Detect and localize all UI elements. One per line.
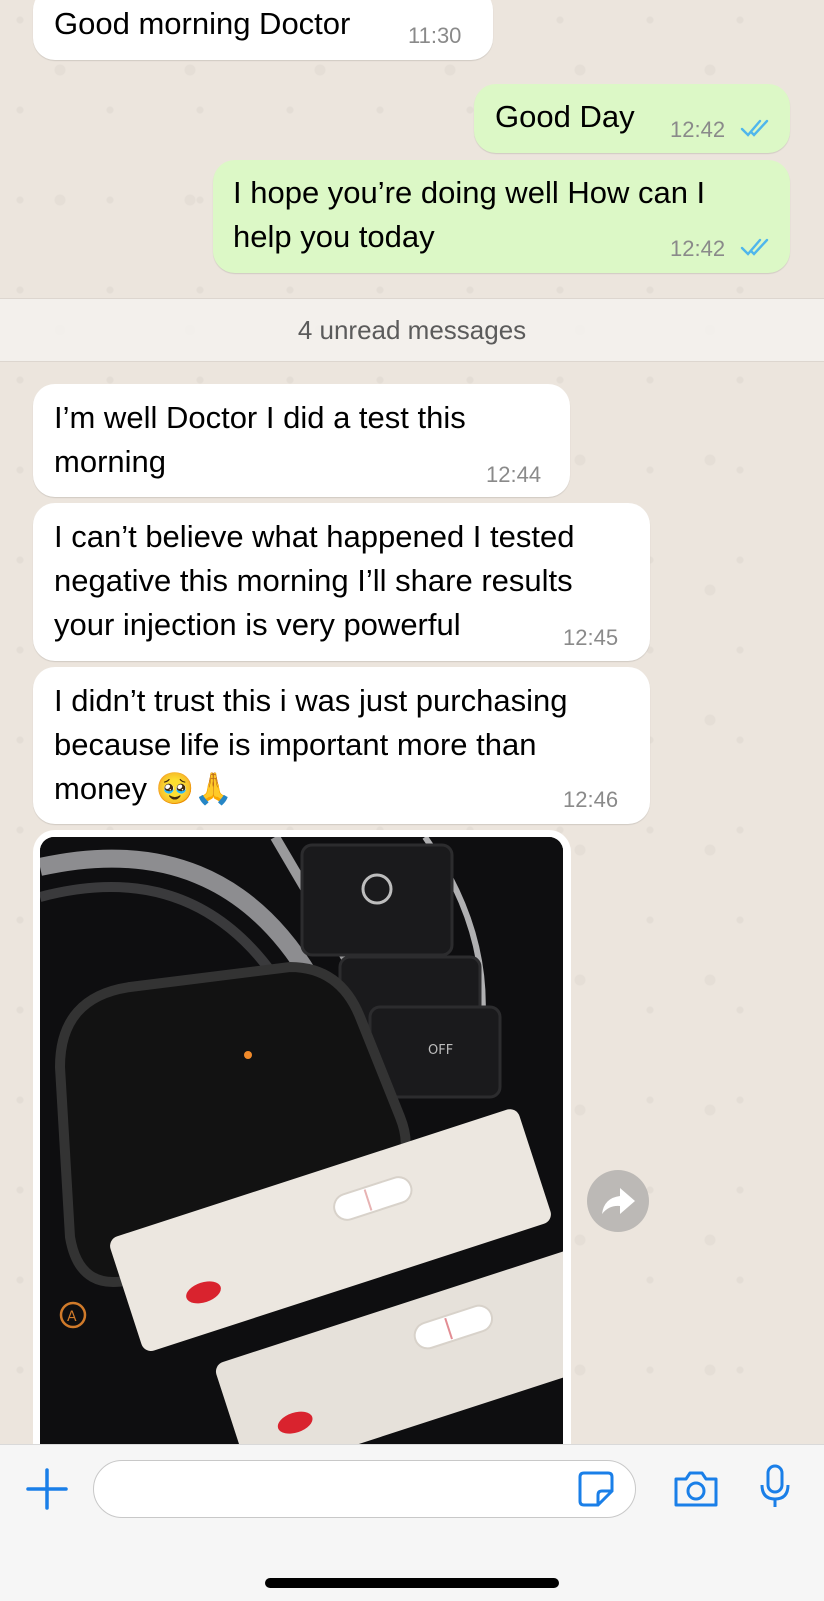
message-time: 12:44 [486, 462, 542, 487]
message-text-line: I didn’t trust this i was just purchasin… [54, 683, 568, 718]
message-bubble[interactable]: I’m well Doctor I did a test this mornin… [33, 384, 570, 497]
home-indicator[interactable] [265, 1578, 559, 1588]
message-text: Good Day [495, 99, 635, 134]
image-message[interactable]: OFF A [33, 830, 571, 1470]
message-text-line: money 🥹🙏 [54, 771, 233, 806]
forward-icon [602, 1188, 635, 1214]
forward-button[interactable] [587, 1170, 649, 1232]
sticker-icon[interactable] [576, 1469, 616, 1509]
svg-text:OFF: OFF [428, 1043, 453, 1058]
message-text-line: because life is important more than [54, 727, 537, 762]
message-text-line: negative this morning I’ll share results [54, 563, 573, 598]
message-text-line: I’m well Doctor I did a test this [54, 400, 466, 435]
message-text-line: I can’t believe what happened I tested [54, 519, 575, 554]
message-bubble[interactable]: Good morning Doctor 11:30 [33, 0, 493, 60]
message-time: 12:42 [670, 117, 726, 142]
message-time: 12:42 [670, 236, 726, 261]
message-text-line: your injection is very powerful [54, 607, 461, 642]
message-bubble[interactable]: I didn’t trust this i was just purchasin… [33, 667, 650, 824]
unread-separator: 4 unread messages [0, 298, 824, 362]
photo-of-test-strips[interactable]: OFF A [40, 837, 563, 1457]
read-receipt-icon [740, 119, 769, 137]
plus-icon[interactable] [25, 1467, 69, 1511]
read-receipt-icon [740, 238, 769, 256]
message-text-line: I hope you’re doing well How can I [233, 175, 706, 210]
composer-bar [0, 1444, 824, 1601]
svg-text:A: A [67, 1309, 77, 1325]
message-time: 11:30 [408, 23, 462, 48]
message-text: Good morning Doctor [54, 6, 351, 41]
microphone-icon[interactable] [758, 1463, 792, 1511]
message-bubble[interactable]: Good Day 12:42 [474, 84, 790, 153]
message-bubble[interactable]: I hope you’re doing well How can I help … [213, 160, 790, 273]
camera-icon[interactable] [672, 1469, 720, 1509]
message-input[interactable] [93, 1460, 636, 1518]
message-bubble[interactable]: I can’t believe what happened I tested n… [33, 503, 650, 661]
photo-illustration: OFF A [40, 837, 563, 1457]
message-time: 12:46 [563, 787, 619, 812]
message-text-line: help you today [233, 219, 435, 254]
message-time: 12:45 [563, 625, 619, 650]
message-text-line: morning [54, 444, 166, 479]
